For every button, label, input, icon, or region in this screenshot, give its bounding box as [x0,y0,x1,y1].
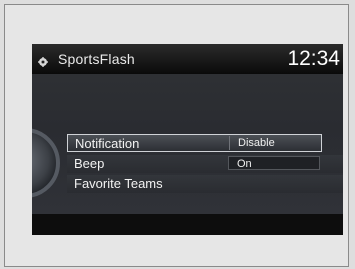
title-bar: SportsFlash 12:34 [32,44,343,74]
bottom-bar [32,214,343,235]
menu-item-value: On [228,156,320,170]
menu-item-label: Notification [75,136,140,151]
dial-graphic [32,128,60,198]
gear-icon [38,54,48,67]
clock: 12:34 [287,47,340,70]
menu-item-value: Disable [229,136,321,150]
menu-item-label: Favorite Teams [74,176,163,191]
menu-item-notification[interactable]: Notification Disable [67,134,322,152]
display-screen: SportsFlash 12:34 Notification Disable B… [32,44,343,235]
menu-item-favorite-teams[interactable]: Favorite Teams [67,175,343,193]
app-title: SportsFlash [58,51,135,67]
figure-frame: SportsFlash 12:34 Notification Disable B… [4,4,349,267]
menu-item-beep[interactable]: Beep On [67,155,343,173]
menu-item-label: Beep [74,156,105,171]
